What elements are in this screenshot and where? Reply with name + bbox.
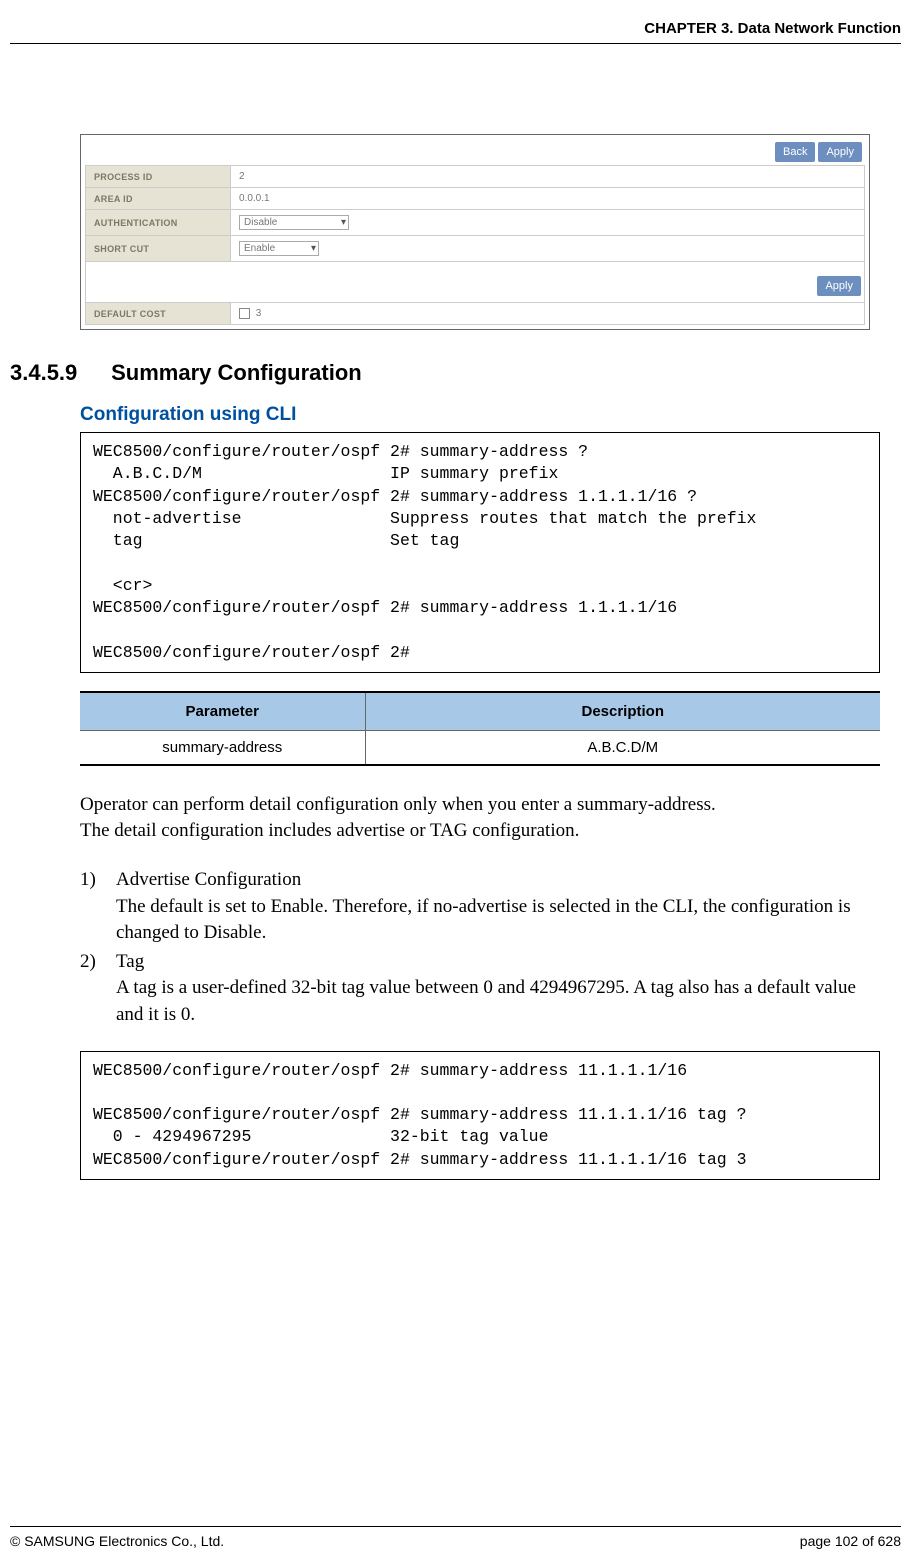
list-item: 2) Tag A tag is a user-defined 32-bit ta… xyxy=(80,949,871,1029)
process-id-value: 2 xyxy=(231,166,865,188)
table-row: SHORT CUT Enable xyxy=(86,236,865,262)
default-cost-value: 3 xyxy=(256,308,262,319)
numbered-list: 1) Advertise Configuration The default i… xyxy=(80,867,871,1029)
list-item-body: A tag is a user-defined 32-bit tag value… xyxy=(116,977,856,1025)
list-item-title: Tag xyxy=(116,951,144,972)
section-title: Summary Configuration xyxy=(111,360,362,385)
area-id-value: 0.0.0.1 xyxy=(231,188,865,210)
apply-button[interactable]: Apply xyxy=(818,142,862,162)
apply-button-2[interactable]: Apply xyxy=(817,276,861,296)
list-number: 1) xyxy=(80,867,116,947)
paragraph-line-2: The detail configuration includes advert… xyxy=(80,820,579,841)
section-heading: 3.4.5.9 Summary Configuration xyxy=(10,360,901,386)
authentication-label: AUTHENTICATION xyxy=(86,210,231,236)
header-rule xyxy=(10,43,901,44)
body-paragraph: Operator can perform detail configuratio… xyxy=(80,792,881,845)
page-footer: © SAMSUNG Electronics Co., Ltd. page 102… xyxy=(10,1526,901,1549)
shortcut-label: SHORT CUT xyxy=(86,236,231,262)
parameter-table: Parameter Description summary-address A.… xyxy=(80,691,880,766)
config-panel: Back Apply PROCESS ID 2 AREA ID 0.0.0.1 … xyxy=(85,139,865,325)
default-cost-label: DEFAULT COST xyxy=(86,303,231,325)
default-cost-table: DEFAULT COST 3 xyxy=(85,302,865,325)
param-header: Parameter xyxy=(80,692,365,731)
ui-screenshot-figure: Back Apply PROCESS ID 2 AREA ID 0.0.0.1 … xyxy=(80,134,870,330)
desc-header: Description xyxy=(365,692,880,731)
list-number: 2) xyxy=(80,949,116,1029)
area-id-label: AREA ID xyxy=(86,188,231,210)
cli-code-block-2: WEC8500/configure/router/ospf 2# summary… xyxy=(80,1051,880,1180)
list-item-title: Advertise Configuration xyxy=(116,869,301,890)
back-button[interactable]: Back xyxy=(775,142,815,162)
process-id-label: PROCESS ID xyxy=(86,166,231,188)
copyright-text: © SAMSUNG Electronics Co., Ltd. xyxy=(10,1533,224,1549)
param-cell: summary-address xyxy=(80,730,365,765)
subsection-heading: Configuration using CLI xyxy=(80,404,901,426)
config-form-table: PROCESS ID 2 AREA ID 0.0.0.1 AUTHENTICAT… xyxy=(85,165,865,262)
table-row: PROCESS ID 2 xyxy=(86,166,865,188)
list-item: 1) Advertise Configuration The default i… xyxy=(80,867,871,947)
table-row: AREA ID 0.0.0.1 xyxy=(86,188,865,210)
desc-cell: A.B.C.D/M xyxy=(365,730,880,765)
paragraph-line-1: Operator can perform detail configuratio… xyxy=(80,794,716,815)
table-row: summary-address A.B.C.D/M xyxy=(80,730,880,765)
chapter-header: CHAPTER 3. Data Network Function xyxy=(10,20,901,37)
authentication-select[interactable]: Disable xyxy=(239,215,349,230)
shortcut-select[interactable]: Enable xyxy=(239,241,319,256)
list-item-body: The default is set to Enable. Therefore,… xyxy=(116,896,851,944)
table-row: DEFAULT COST 3 xyxy=(86,303,865,325)
cli-code-block-1: WEC8500/configure/router/ospf 2# summary… xyxy=(80,432,880,673)
table-row: AUTHENTICATION Disable xyxy=(86,210,865,236)
section-number: 3.4.5.9 xyxy=(10,360,105,386)
default-cost-checkbox[interactable] xyxy=(239,308,250,319)
footer-rule xyxy=(10,1526,901,1527)
page-number: page 102 of 628 xyxy=(800,1533,901,1549)
